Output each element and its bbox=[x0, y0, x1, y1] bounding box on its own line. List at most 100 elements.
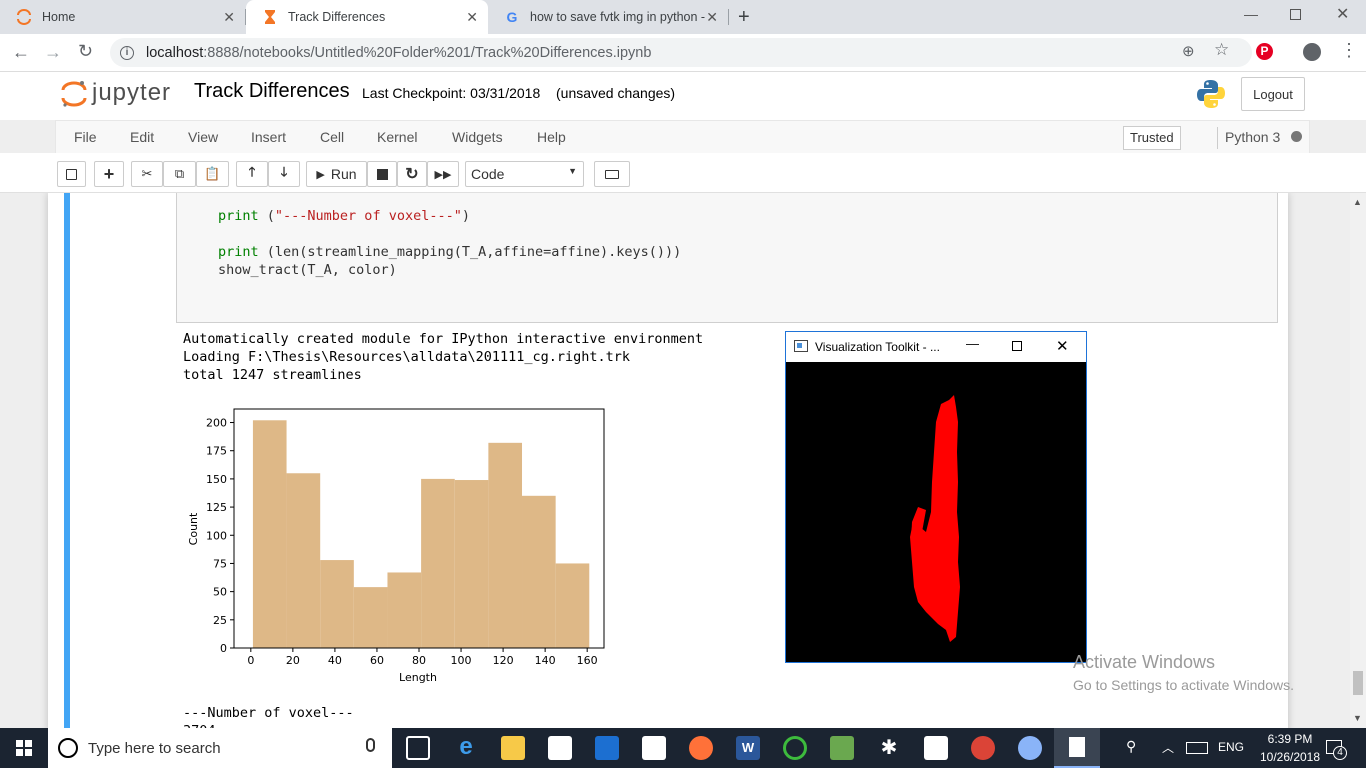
back-button[interactable]: ← bbox=[12, 42, 30, 63]
copy-icon: ⧉ bbox=[174, 166, 185, 181]
menu-help[interactable]: Help bbox=[537, 129, 566, 145]
forward-button[interactable]: → bbox=[44, 42, 62, 63]
notebook-menu-bar: File Edit View Insert Cell Kernel Widget… bbox=[55, 120, 1310, 153]
x-tick-label: 160 bbox=[577, 654, 598, 667]
restore-button[interactable] bbox=[1290, 9, 1301, 20]
insert-cell-button[interactable]: + bbox=[94, 161, 124, 187]
menu-kebab-icon[interactable]: ⋮ bbox=[1340, 40, 1358, 61]
pinterest-icon[interactable]: P bbox=[1256, 43, 1273, 60]
tab-home[interactable]: Home ✕ bbox=[0, 0, 245, 34]
menu-widgets[interactable]: Widgets bbox=[452, 129, 503, 145]
chevron-up-icon[interactable]: ︿ bbox=[1162, 739, 1174, 756]
edge-icon[interactable]: e bbox=[454, 735, 478, 760]
interrupt-button[interactable] bbox=[367, 161, 397, 187]
save-icon bbox=[66, 168, 77, 180]
paste-icon: 📋 bbox=[204, 166, 221, 181]
vtk-maximize-button[interactable] bbox=[1012, 341, 1022, 351]
arrow-down-icon: 🡓 bbox=[280, 164, 288, 179]
spider-icon[interactable]: ✱ bbox=[877, 736, 901, 760]
task-view-icon[interactable] bbox=[406, 736, 430, 760]
file-explorer-icon[interactable] bbox=[501, 736, 525, 760]
menu-cell[interactable]: Cell bbox=[320, 129, 344, 145]
vtk-window[interactable]: Visualization Toolkit - ... — ✕ bbox=[785, 331, 1087, 663]
save-button[interactable] bbox=[57, 161, 86, 187]
people-icon[interactable]: ⚲ bbox=[1126, 738, 1136, 755]
close-icon[interactable]: ✕ bbox=[706, 9, 718, 26]
app-green-ring-icon[interactable] bbox=[783, 736, 807, 760]
vtk-close-button[interactable]: ✕ bbox=[1056, 337, 1069, 355]
vtk-minimize-button[interactable]: — bbox=[966, 336, 979, 351]
browser-tab-bar: Home ✕ Track Differences ✕ G how to save… bbox=[0, 0, 1366, 34]
tab-label: how to save fvtk img in python - bbox=[530, 10, 705, 24]
y-tick-label: 0 bbox=[220, 642, 227, 655]
notebook-scrollbar[interactable]: ▲ ▼ bbox=[1350, 193, 1366, 728]
vtk-titlebar[interactable]: Visualization Toolkit - ... — ✕ bbox=[786, 332, 1086, 362]
command-palette-button[interactable] bbox=[594, 161, 630, 187]
reload-icon[interactable]: ↻ bbox=[78, 41, 93, 62]
move-up-button[interactable]: 🡑 bbox=[236, 161, 268, 187]
url-input[interactable]: i localhost:8888/notebooks/Untitled%20Fo… bbox=[110, 38, 1252, 67]
x-tick-label: 120 bbox=[493, 654, 514, 667]
checkpoint-status: Last Checkpoint: 03/31/2018 bbox=[362, 85, 541, 101]
chrome-icon[interactable] bbox=[971, 736, 995, 760]
x-tick-label: 100 bbox=[451, 654, 472, 667]
cell-type-select[interactable]: Code ▼ bbox=[465, 161, 584, 187]
input-language[interactable]: ENG bbox=[1218, 740, 1244, 754]
notebook-title[interactable]: Track Differences bbox=[194, 80, 350, 103]
taskbar-search-box[interactable]: Type here to search bbox=[48, 728, 392, 768]
menu-kernel[interactable]: Kernel bbox=[377, 129, 417, 145]
histogram-bar bbox=[522, 495, 556, 648]
address-bar: ← → ↻ i localhost:8888/notebooks/Untitle… bbox=[0, 34, 1366, 72]
jupyter-logo-icon[interactable] bbox=[60, 78, 88, 110]
code-line-print-len: print (len(streamline_mapping(T_A,affine… bbox=[218, 244, 682, 260]
active-app-slot[interactable] bbox=[1054, 728, 1100, 768]
trusted-badge[interactable]: Trusted bbox=[1123, 126, 1181, 150]
stop-icon bbox=[376, 168, 388, 180]
new-tab-button[interactable]: + bbox=[738, 6, 750, 29]
clock-date[interactable]: 10/26/2018 bbox=[1250, 750, 1330, 764]
paint-icon[interactable] bbox=[1018, 736, 1042, 760]
tab-track-differences[interactable]: Track Differences ✕ bbox=[246, 0, 488, 34]
shield-icon[interactable] bbox=[595, 736, 619, 760]
move-down-button[interactable]: 🡓 bbox=[268, 161, 300, 187]
menu-view[interactable]: View bbox=[188, 129, 218, 145]
caret-down-icon: ▼ bbox=[568, 166, 577, 176]
notebook-area: print ("---Number of voxel---") print (l… bbox=[0, 193, 1350, 728]
chart-app-icon[interactable] bbox=[830, 736, 854, 760]
jupyter-header: jupyter Track Differences Last Checkpoin… bbox=[0, 72, 1366, 120]
cell-type-value: Code bbox=[471, 166, 505, 182]
paste-button[interactable]: 📋 bbox=[196, 161, 229, 187]
store-icon[interactable] bbox=[548, 736, 572, 760]
scrollbar-thumb[interactable] bbox=[1353, 671, 1363, 695]
menu-edit[interactable]: Edit bbox=[130, 129, 154, 145]
hourglass-icon bbox=[262, 9, 278, 25]
close-window-button[interactable]: ✕ bbox=[1336, 4, 1349, 24]
microphone-icon[interactable] bbox=[366, 738, 375, 752]
photos-icon[interactable] bbox=[924, 736, 948, 760]
close-icon[interactable]: ✕ bbox=[223, 9, 235, 26]
restart-run-all-button[interactable]: ▶▶ bbox=[427, 161, 459, 187]
word-icon[interactable]: W bbox=[736, 736, 760, 760]
firefox-icon[interactable] bbox=[689, 736, 713, 760]
keyboard-tray-icon[interactable] bbox=[1186, 742, 1208, 754]
copy-button[interactable]: ⧉ bbox=[163, 161, 196, 187]
mail-icon[interactable] bbox=[642, 736, 666, 760]
menu-file[interactable]: File bbox=[74, 129, 97, 145]
menu-insert[interactable]: Insert bbox=[251, 129, 286, 145]
tab-search[interactable]: G how to save fvtk img in python - ✕ bbox=[488, 0, 728, 34]
code-line-show-tract: show_tract(T_A, color) bbox=[218, 262, 397, 278]
logout-button[interactable]: Logout bbox=[1241, 77, 1305, 111]
windows-start-icon[interactable] bbox=[16, 740, 32, 756]
vtk-render-canvas[interactable] bbox=[786, 362, 1086, 662]
bookmark-star-icon[interactable]: ☆ bbox=[1214, 40, 1229, 60]
y-tick-label: 50 bbox=[213, 586, 227, 599]
clock-time[interactable]: 6:39 PM bbox=[1255, 732, 1325, 746]
restart-button[interactable]: ↻ bbox=[397, 161, 427, 187]
zoom-icon[interactable]: ⊕ bbox=[1182, 42, 1195, 60]
close-icon[interactable]: ✕ bbox=[466, 9, 478, 26]
profile-avatar[interactable] bbox=[1303, 43, 1321, 61]
minimize-button[interactable]: — bbox=[1244, 6, 1258, 22]
cut-button[interactable]: ✂ bbox=[131, 161, 163, 187]
run-button[interactable]: ▶ Run bbox=[306, 161, 367, 187]
output-line: Automatically created module for IPython… bbox=[183, 331, 704, 347]
